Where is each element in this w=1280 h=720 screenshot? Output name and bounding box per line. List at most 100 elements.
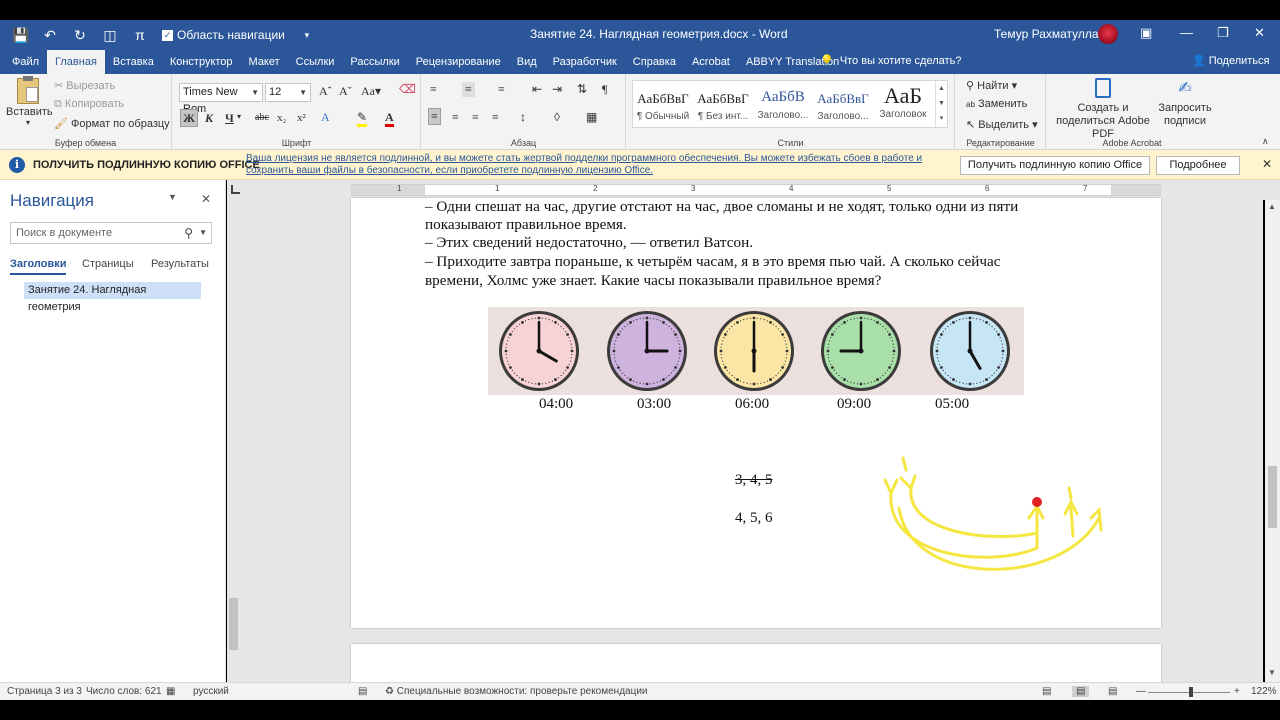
tab-1[interactable]: Главная: [47, 50, 105, 74]
document-page-next[interactable]: [351, 644, 1161, 682]
replace-button[interactable]: ab Заменить: [966, 98, 1027, 110]
clear-formatting-icon[interactable]: ⌫: [399, 82, 416, 97]
superscript-icon[interactable]: x²: [297, 112, 306, 124]
tab-6[interactable]: Рассылки: [342, 50, 407, 74]
scroll-thumb[interactable]: [1268, 466, 1277, 528]
read-mode-icon[interactable]: ▤: [1042, 686, 1051, 697]
style-heading-2[interactable]: АаБбВвГ Заголово...: [813, 81, 873, 127]
save-icon[interactable]: 💾: [12, 27, 29, 44]
page-count[interactable]: Страница 3 из 3: [7, 686, 82, 697]
language[interactable]: русский: [193, 686, 229, 697]
redo-icon[interactable]: ↻: [72, 27, 88, 44]
style-heading-1[interactable]: АаБбВ Заголово...: [753, 81, 813, 127]
document-page[interactable]: – Одни спешат на час, другие отстают на …: [351, 198, 1161, 628]
customize-qat-icon[interactable]: ▾: [299, 30, 315, 41]
scroll-down-icon[interactable]: ▼: [1268, 668, 1276, 677]
bullets-icon[interactable]: ≡: [430, 82, 437, 97]
learn-more-button[interactable]: Подробнее: [1156, 156, 1240, 175]
underline-icon[interactable]: Ч: [225, 111, 234, 126]
collapse-ribbon-icon[interactable]: ∧: [1262, 136, 1269, 147]
font-color-icon[interactable]: A: [385, 110, 394, 127]
horizontal-ruler[interactable]: 1 1 2 3 4 5 6 7: [351, 184, 1161, 196]
align-left-icon[interactable]: ≡: [428, 108, 441, 125]
nav-scrollbar[interactable]: [227, 180, 239, 682]
paste-button[interactable]: Вставить ▾: [6, 76, 53, 127]
grow-font-icon[interactable]: Aˆ: [319, 84, 332, 99]
italic-icon[interactable]: К: [205, 111, 213, 126]
shrink-font-icon[interactable]: Aˇ: [339, 84, 352, 99]
nav-options-icon[interactable]: ▼: [168, 192, 177, 202]
tab-9[interactable]: Разработчик: [545, 50, 625, 74]
select-button[interactable]: ↖ Выделить ▾: [966, 118, 1038, 131]
shading-icon[interactable]: ◊: [554, 110, 560, 125]
tab-selector-icon[interactable]: [231, 185, 240, 194]
close-icon[interactable]: ✕: [1262, 157, 1272, 171]
nav-heading-item[interactable]: Занятие 24. Наглядная геометрия: [24, 282, 201, 313]
bold-icon[interactable]: Ж: [180, 109, 198, 127]
font-name-combo[interactable]: Times New Rom▼: [179, 83, 263, 115]
borders-icon[interactable]: ▦: [586, 110, 597, 125]
cut-button[interactable]: ✂ Вырезать: [54, 79, 115, 92]
proofing-icon[interactable]: ▦: [166, 686, 175, 697]
undo-icon[interactable]: ↶: [42, 27, 58, 44]
multilevel-list-icon[interactable]: ≡: [498, 82, 505, 97]
tab-2[interactable]: Вставка: [105, 50, 162, 74]
zoom-level[interactable]: 122%: [1251, 686, 1277, 697]
get-genuine-office-button[interactable]: Получить подлинную копию Office: [960, 156, 1150, 175]
format-painter-button[interactable]: 🖌 Формат по образцу: [54, 117, 170, 130]
copy-button[interactable]: ⧉ Копировать: [54, 98, 124, 111]
search-icon[interactable]: ⚲: [184, 223, 193, 243]
increase-indent-icon[interactable]: ⇥: [552, 82, 562, 97]
gallery-scroll[interactable]: ▲ ▼ ▾: [935, 81, 947, 127]
find-button[interactable]: ⚲ Найти ▾: [966, 79, 1017, 92]
nav-pane-toggle[interactable]: ✓ Область навигации: [162, 28, 285, 42]
tell-me-box[interactable]: 💡 Что вы хотите сделать?: [820, 54, 961, 67]
tab-pages[interactable]: Страницы: [82, 258, 134, 270]
tab-7[interactable]: Рецензирование: [408, 50, 509, 74]
align-center-icon[interactable]: ≡: [452, 110, 459, 125]
chevron-down-icon[interactable]: ▼: [199, 223, 207, 243]
close-icon[interactable]: ✕: [201, 192, 211, 206]
create-pdf-button[interactable]: Создать и поделиться Adobe PDF: [1053, 78, 1153, 141]
close-window-icon[interactable]: ✕: [1254, 25, 1265, 41]
style-no-spacing[interactable]: АаБбВвГ ¶ Без инт...: [693, 81, 753, 127]
print-layout-icon[interactable]: ▤: [1072, 686, 1090, 697]
justify-icon[interactable]: ≡: [492, 110, 499, 125]
font-size-combo[interactable]: 12 ▼: [265, 83, 311, 102]
zoom-in-icon[interactable]: +: [1234, 686, 1240, 697]
text-effects-icon[interactable]: A: [321, 110, 330, 125]
highlight-icon[interactable]: ✎: [357, 110, 368, 127]
zoom-out-icon[interactable]: —: [1136, 686, 1146, 697]
minimize-icon[interactable]: —: [1180, 25, 1193, 40]
user-name[interactable]: Темур Рахматуллаев: [994, 27, 1112, 41]
tab-results[interactable]: Результаты: [151, 258, 209, 270]
change-case-icon[interactable]: Aa▾: [361, 84, 381, 99]
strikethrough-icon[interactable]: abc: [255, 112, 269, 123]
word-count[interactable]: Число слов: 621: [86, 686, 162, 697]
style-title[interactable]: АаБ Заголовок: [873, 81, 933, 127]
search-input[interactable]: Поиск в документе ⚲ ▼: [10, 222, 212, 244]
decrease-indent-icon[interactable]: ⇤: [532, 82, 542, 97]
ribbon-display-icon[interactable]: ▣: [1140, 25, 1152, 41]
accessibility-status[interactable]: ♻ Специальные возможности: проверьте рек…: [385, 686, 648, 697]
avatar[interactable]: [1098, 24, 1118, 44]
numbering-icon[interactable]: ≡: [462, 82, 475, 97]
tab-8[interactable]: Вид: [509, 50, 545, 74]
restore-icon[interactable]: ❐: [1217, 25, 1229, 41]
subscript-icon[interactable]: x₂: [277, 112, 286, 124]
scroll-thumb[interactable]: [229, 598, 238, 650]
equation-icon[interactable]: π: [132, 27, 148, 43]
request-signatures-button[interactable]: ✍ Запросить подписи: [1157, 78, 1213, 128]
tab-10[interactable]: Справка: [625, 50, 684, 74]
align-right-icon[interactable]: ≡: [472, 110, 479, 125]
pilcrow-icon[interactable]: ¶: [602, 82, 607, 97]
scroll-up-icon[interactable]: ▲: [1268, 202, 1276, 211]
style-normal[interactable]: АаБбВвГ ¶ Обычный: [633, 81, 693, 127]
tab-headings[interactable]: Заголовки: [10, 258, 67, 275]
sort-icon[interactable]: ⇅: [577, 82, 587, 97]
clocks-image[interactable]: [488, 307, 1024, 395]
macro-icon[interactable]: ▤: [358, 686, 367, 697]
table-icon[interactable]: ◫: [102, 27, 118, 44]
license-message-link[interactable]: Ваша лицензия не является подлинной, и в…: [246, 153, 946, 177]
vertical-scrollbar[interactable]: ▲ ▼: [1265, 200, 1280, 682]
